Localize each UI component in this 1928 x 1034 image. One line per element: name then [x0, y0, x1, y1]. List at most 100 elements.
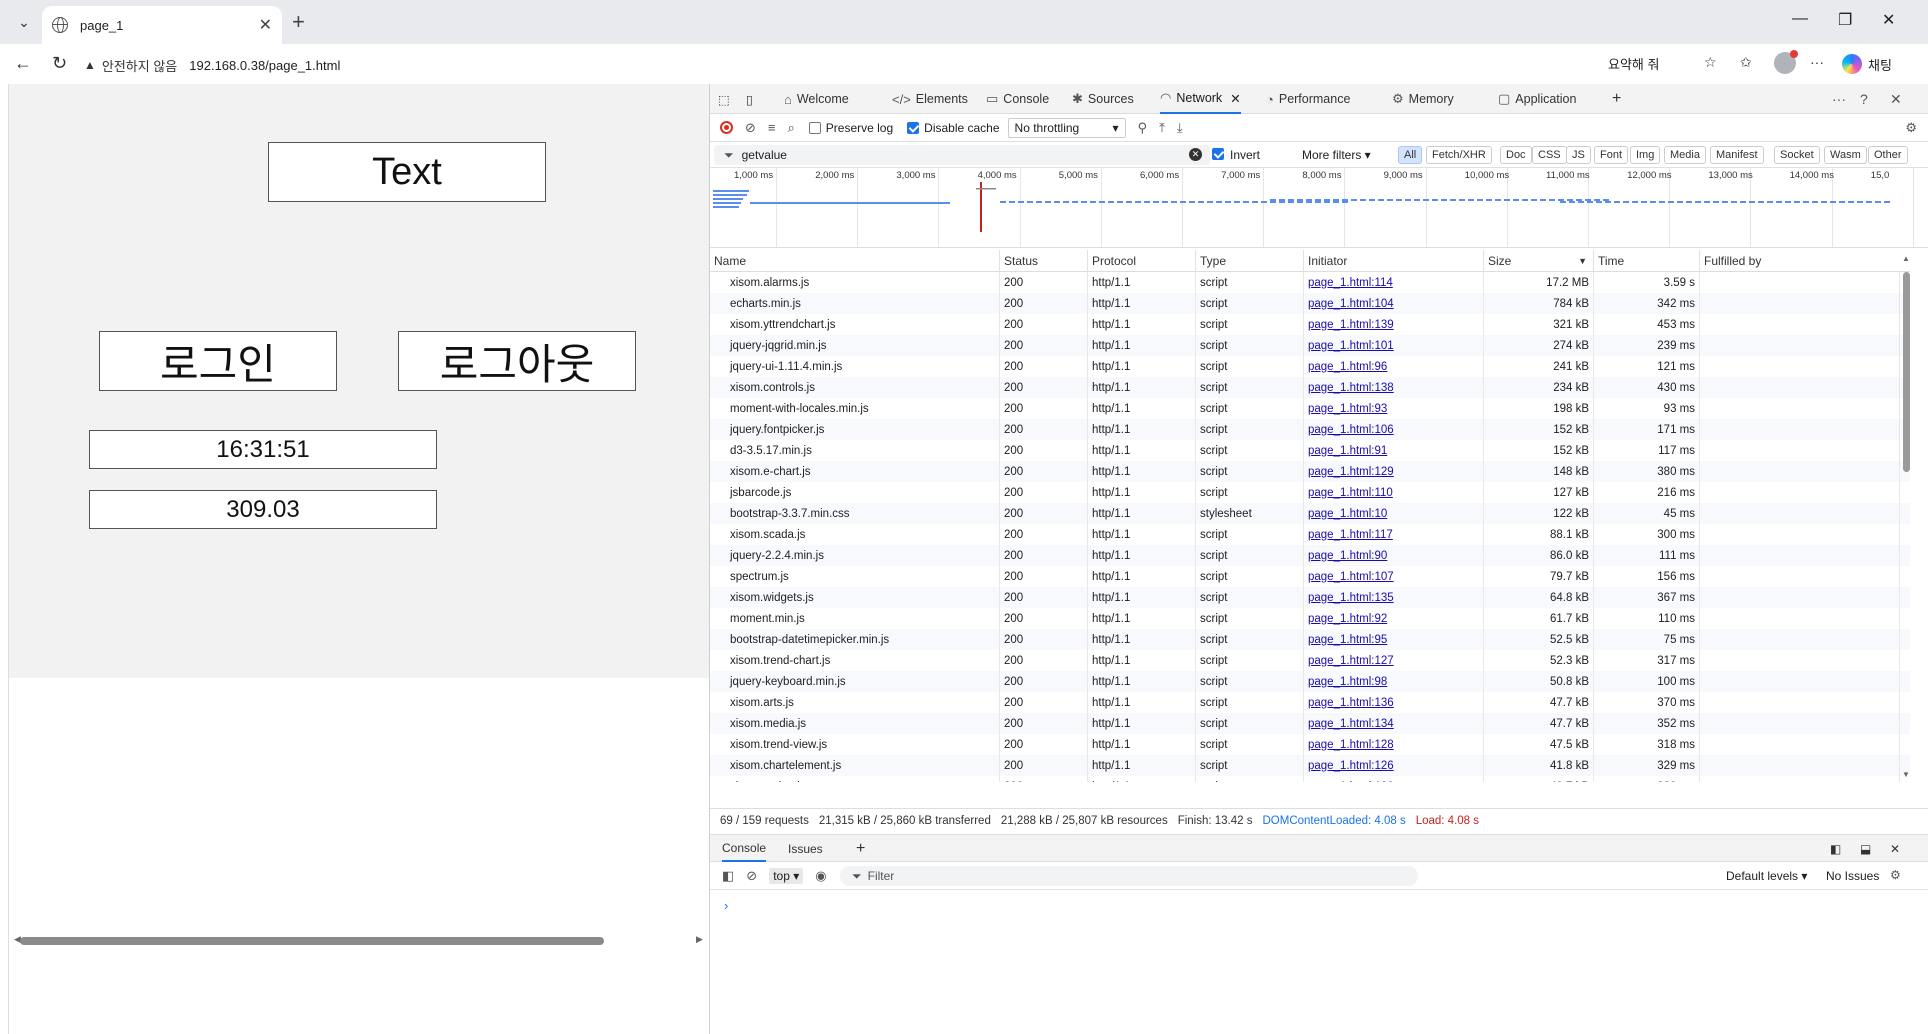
- help-icon[interactable]: ?: [1860, 91, 1868, 107]
- tab-sources[interactable]: ✱ Sources: [1072, 84, 1134, 114]
- cell-initiator[interactable]: page_1.html:92: [1304, 608, 1484, 629]
- cell-initiator[interactable]: page_1.html:95: [1304, 629, 1484, 650]
- table-row[interactable]: jquery.fontpicker.js 200 http/1.1 script pag…: [710, 419, 1910, 440]
- browser-tab[interactable]: page_1 ✕: [42, 6, 282, 44]
- table-scroll-thumb[interactable]: [1903, 272, 1910, 472]
- address-bar[interactable]: ▲ 안전하지 않음 192.168.0.38/page_1.html: [84, 50, 1684, 80]
- cell-initiator[interactable]: page_1.html:128: [1304, 734, 1484, 755]
- profile-avatar[interactable]: [1774, 50, 1798, 74]
- cell-initiator[interactable]: page_1.html:117: [1304, 524, 1484, 545]
- table-row[interactable]: xisom.media.js 200 http/1.1 script page_1.ht…: [710, 713, 1910, 734]
- column-protocol[interactable]: Protocol: [1088, 250, 1196, 272]
- cell-initiator[interactable]: page_1.html:10: [1304, 503, 1484, 524]
- filter-socket[interactable]: Socket: [1774, 146, 1820, 164]
- table-row[interactable]: moment.min.js 200 http/1.1 script page_1.htm…: [710, 608, 1910, 629]
- clear-console-icon[interactable]: ⊘: [746, 868, 757, 884]
- table-row[interactable]: xisom.e-chart.js 200 http/1.1 script page_1.…: [710, 461, 1910, 482]
- table-row[interactable]: xisom.trend-view.js 200 http/1.1 script page…: [710, 734, 1910, 755]
- cell-initiator[interactable]: page_1.html:91: [1304, 440, 1484, 461]
- network-overview-timeline[interactable]: 1,000 ms 2,000 ms 3,000 ms 4,000 ms 5,000 ms…: [710, 168, 1928, 248]
- dock-side-icon[interactable]: ◧: [1830, 835, 1841, 862]
- table-row[interactable]: d3-3.5.17.min.js 200 http/1.1 script page_1.…: [710, 440, 1910, 461]
- filter-manifest[interactable]: Manifest: [1710, 146, 1764, 164]
- table-row[interactable]: echarts.min.js 200 http/1.1 script page_1.ht…: [710, 293, 1910, 314]
- preserve-log-checkbox[interactable]: [808, 121, 821, 134]
- context-selector[interactable]: top ▾: [769, 867, 804, 884]
- cell-initiator[interactable]: page_1.html:134: [1304, 713, 1484, 734]
- cell-initiator[interactable]: page_1.html:110: [1304, 482, 1484, 503]
- close-window-button[interactable]: ✕: [1882, 10, 1895, 30]
- cell-initiator[interactable]: page_1.html:104: [1304, 293, 1484, 314]
- tab-network[interactable]: ◠ Network ✕: [1160, 84, 1241, 114]
- column-fulfilled-by[interactable]: Fulfilled by: [1700, 250, 1900, 272]
- close-devtools-icon[interactable]: ✕: [1890, 91, 1902, 108]
- cell-initiator[interactable]: page_1.html:96: [1304, 356, 1484, 377]
- login-button[interactable]: 로그인: [99, 331, 337, 391]
- console-settings-icon[interactable]: ⚙: [1890, 868, 1901, 882]
- close-tab-icon[interactable]: ✕: [259, 15, 272, 35]
- cell-initiator[interactable]: page_1.html:138: [1304, 377, 1484, 398]
- table-row[interactable]: jquery-jqgrid.min.js 200 http/1.1 script pag…: [710, 335, 1910, 356]
- dock-bottom-icon[interactable]: ⬓: [1860, 835, 1871, 862]
- filter-img[interactable]: Img: [1630, 146, 1661, 164]
- minimize-button[interactable]: —: [1792, 10, 1808, 28]
- tab-memory[interactable]: ⚙ Memory: [1392, 84, 1454, 114]
- drawer-tab-console[interactable]: Console: [722, 835, 767, 862]
- filter-font[interactable]: Font: [1594, 146, 1629, 164]
- cell-initiator[interactable]: page_1.html:98: [1304, 671, 1484, 692]
- table-row[interactable]: xisom.trend-chart.js 200 http/1.1 script pag…: [710, 650, 1910, 671]
- column-size[interactable]: Size ▼: [1484, 250, 1594, 272]
- scroll-down-icon[interactable]: ▼: [1902, 770, 1910, 779]
- tab-application[interactable]: ▢ Application: [1498, 84, 1576, 114]
- tab-welcome[interactable]: ⌂ Welcome: [784, 84, 849, 114]
- clear-icon[interactable]: ⊘: [745, 120, 756, 136]
- table-row[interactable]: jsbarcode.js 200 http/1.1 script page_1.html…: [710, 482, 1910, 503]
- table-row[interactable]: xisom.arts.js 200 http/1.1 script page_1.htm…: [710, 692, 1910, 713]
- table-row[interactable]: xisom.chartelement.js 200 http/1.1 script pa…: [710, 755, 1910, 776]
- scroll-right-icon[interactable]: ▶: [696, 934, 703, 945]
- cell-initiator[interactable]: page_1.html:127: [1304, 650, 1484, 671]
- table-row[interactable]: xisom.scada.js 200 http/1.1 script page_1.ht…: [710, 524, 1910, 545]
- log-levels-dropdown[interactable]: Default levels ▾: [1726, 869, 1807, 883]
- table-row[interactable]: xisom.controls.js 200 http/1.1 script page_1…: [710, 377, 1910, 398]
- table-row[interactable]: xisom.alarms.js 200 http/1.1 script page_1.h…: [710, 272, 1910, 293]
- filter-other[interactable]: Other: [1868, 146, 1908, 164]
- tab-search-dropdown[interactable]: ⌄: [10, 10, 38, 34]
- table-row[interactable]: bootstrap-datetimepicker.min.js 200 http/1…: [710, 629, 1910, 650]
- back-button[interactable]: ←: [14, 53, 32, 74]
- tab-elements[interactable]: </> Elements: [892, 84, 968, 114]
- console-filter-input[interactable]: ⏷ Filter: [840, 866, 1418, 886]
- horizontal-scrollbar[interactable]: ◀ ▶: [8, 934, 708, 946]
- column-status[interactable]: Status: [1000, 250, 1088, 272]
- cell-initiator[interactable]: page_1.html:90: [1304, 545, 1484, 566]
- filter-wasm[interactable]: Wasm: [1824, 146, 1867, 164]
- filter-input[interactable]: ⏷ getvalue ✕: [714, 145, 1210, 165]
- column-time[interactable]: Time: [1594, 250, 1700, 272]
- reload-button[interactable]: ↻: [52, 53, 67, 74]
- live-expression-eye-icon[interactable]: ◉: [815, 868, 826, 884]
- sidebar-toggle-icon[interactable]: ◧: [722, 868, 734, 884]
- table-row[interactable]: jquery-2.2.4.min.js 200 http/1.1 script page…: [710, 545, 1910, 566]
- table-row[interactable]: jquery-keyboard.min.js 200 http/1.1 script p…: [710, 671, 1910, 692]
- console-prompt[interactable]: ›: [724, 898, 728, 913]
- cell-initiator[interactable]: page_1.html:129: [1304, 461, 1484, 482]
- close-drawer-icon[interactable]: ✕: [1890, 835, 1900, 862]
- import-har-icon[interactable]: ⤒: [1159, 120, 1165, 136]
- cell-initiator[interactable]: page_1.html:122: [1304, 776, 1484, 782]
- star-icon[interactable]: ☆: [1704, 54, 1717, 71]
- filter-all[interactable]: All: [1398, 146, 1423, 164]
- cell-initiator[interactable]: page_1.html:106: [1304, 419, 1484, 440]
- column-initiator[interactable]: Initiator: [1304, 250, 1484, 272]
- devtools-menu-icon[interactable]: ···: [1832, 91, 1846, 107]
- filter-doc[interactable]: Doc: [1500, 146, 1532, 164]
- table-row[interactable]: bootstrap-3.3.7.min.css 200 http/1.1 styles…: [710, 503, 1910, 524]
- copilot-chat-button[interactable]: 채팅: [1842, 51, 1920, 77]
- restore-button[interactable]: ❐: [1838, 10, 1852, 30]
- cell-initiator[interactable]: page_1.html:135: [1304, 587, 1484, 608]
- summarize-button[interactable]: 요약해 줘: [1608, 54, 1659, 73]
- tab-performance[interactable]: ◔ Performance: [1266, 84, 1350, 114]
- cell-initiator[interactable]: page_1.html:114: [1304, 272, 1484, 293]
- record-icon[interactable]: [720, 121, 733, 134]
- filter-media[interactable]: Media: [1664, 146, 1706, 164]
- more-tabs-button[interactable]: +: [1612, 84, 1621, 114]
